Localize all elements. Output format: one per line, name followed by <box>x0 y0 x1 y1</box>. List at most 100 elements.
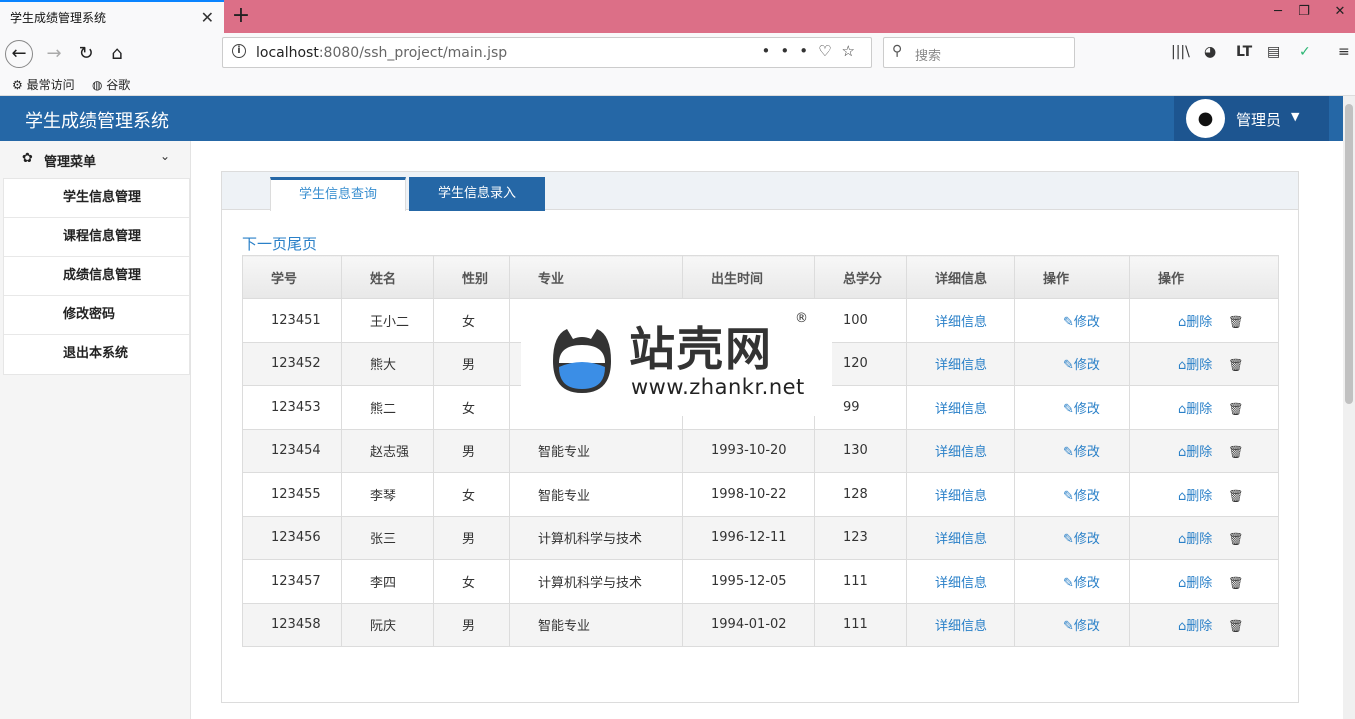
col-header-id: 学号 <box>242 255 342 299</box>
trash-icon[interactable]: 🗑 <box>1228 576 1243 590</box>
trash-icon[interactable]: 🗑 <box>1228 315 1243 329</box>
trash-icon[interactable]: 🗑 <box>1228 402 1243 416</box>
cell-detail: 详细信息 <box>906 472 1015 517</box>
last-page-link[interactable]: 尾页 <box>287 235 317 253</box>
extension-color-icon[interactable]: ◕ <box>1204 44 1216 60</box>
window-close-icon[interactable]: ✕ <box>1330 4 1350 19</box>
tab-student-entry[interactable]: 学生信息录入 <box>409 177 545 211</box>
sidebar-item-course-info[interactable]: 课程信息管理 <box>4 218 189 257</box>
shield-extension-icon[interactable]: ✓ <box>1299 44 1311 60</box>
library-icon[interactable]: |||\ <box>1171 44 1190 60</box>
forward-icon[interactable]: → <box>40 40 68 68</box>
trash-icon[interactable]: 🗑 <box>1228 532 1243 546</box>
watermark-url: www.zhankr.net <box>631 375 805 399</box>
col-header-birth: 出生时间 <box>682 255 815 299</box>
cell-detail: 详细信息 <box>906 515 1015 560</box>
delete-link[interactable]: ⌂删除 <box>1178 619 1212 634</box>
edit-link[interactable]: ✎修改 <box>1063 315 1100 330</box>
sidebar-menu-header[interactable]: ✿ 管理菜单 ⌄ <box>0 141 190 178</box>
user-avatar-icon: ● <box>1186 99 1225 138</box>
sidebar-item-change-password[interactable]: 修改密码 <box>4 296 189 335</box>
url-bar[interactable]: i localhost:8080/ssh_project/main.jsp ••… <box>222 37 872 68</box>
detail-link[interactable]: 详细信息 <box>935 489 987 504</box>
tab-close-icon[interactable]: ✕ <box>201 8 214 27</box>
detail-link[interactable]: 详细信息 <box>935 358 987 373</box>
sidebar-header-label: 管理菜单 <box>44 155 97 170</box>
sidebar-item-logout[interactable]: 退出本系统 <box>4 335 189 374</box>
sidebar: ✿ 管理菜单 ⌄ 学生信息管理 课程信息管理 成绩信息管理 修改密码 退出本系统 <box>0 141 191 719</box>
home-icon[interactable]: ⌂ <box>103 40 131 68</box>
cell-major: 计算机科学与技术 <box>509 515 683 560</box>
scroll-thumb[interactable] <box>1345 104 1353 404</box>
sidebar-icon[interactable]: ▤ <box>1267 44 1280 60</box>
menu-icon[interactable]: ≡ <box>1338 44 1350 60</box>
lt-extension-icon[interactable]: LT <box>1236 44 1252 60</box>
detail-link[interactable]: 详细信息 <box>935 315 987 330</box>
minimize-icon[interactable]: ─ <box>1268 4 1288 19</box>
edit-icon: ✎ <box>1063 488 1074 504</box>
edit-link[interactable]: ✎修改 <box>1063 532 1100 547</box>
cell-id: 123457 <box>242 559 342 604</box>
back-icon[interactable]: ← <box>5 40 33 68</box>
bookmark-google[interactable]: ◍ 谷歌 <box>92 76 130 93</box>
edit-link[interactable]: ✎修改 <box>1063 489 1100 504</box>
detail-link[interactable]: 详细信息 <box>935 619 987 634</box>
url-text[interactable]: localhost:8080/ssh_project/main.jsp <box>256 45 507 61</box>
sidebar-item-student-info[interactable]: 学生信息管理 <box>4 179 189 218</box>
trash-icon[interactable]: 🗑 <box>1228 489 1243 503</box>
table-row: 123456 张三男计算机科学与技术 1996-12-11 123 详细信息 ✎修改 ⌂删除… <box>242 515 1279 560</box>
delete-link[interactable]: ⌂删除 <box>1178 576 1212 591</box>
site-info-icon[interactable]: i <box>232 44 246 58</box>
edit-link[interactable]: ✎修改 <box>1063 576 1100 591</box>
cell-sex: 女 <box>433 385 510 430</box>
cell-name: 李四 <box>341 559 434 604</box>
browser-tab[interactable]: 学生成绩管理系统 ✕ <box>0 0 224 33</box>
tab-student-query[interactable]: 学生信息查询 <box>270 177 406 211</box>
cell-name: 熊二 <box>341 385 434 430</box>
col-header-detail: 详细信息 <box>906 255 1015 299</box>
col-header-name: 姓名 <box>341 255 434 299</box>
table-row: 123457 李四女计算机科学与技术 1995-12-05 111 详细信息 ✎修改 ⌂删除… <box>242 559 1279 604</box>
delete-link[interactable]: ⌂删除 <box>1178 358 1212 373</box>
search-placeholder: 搜索 <box>915 49 942 64</box>
detail-link[interactable]: 详细信息 <box>935 445 987 460</box>
bookmark-most-visited[interactable]: ⚙ 最常访问 <box>12 76 75 93</box>
trash-icon[interactable]: 🗑 <box>1228 445 1243 459</box>
page-scrollbar[interactable] <box>1343 96 1355 719</box>
detail-link[interactable]: 详细信息 <box>935 576 987 591</box>
delete-link[interactable]: ⌂删除 <box>1178 445 1212 460</box>
cell-birth: 1996-12-11 <box>682 515 815 560</box>
pocket-icon: ♡ <box>818 42 842 60</box>
cell-id: 123456 <box>242 515 342 560</box>
edit-link[interactable]: ✎修改 <box>1063 358 1100 373</box>
cell-edit: ✎修改 <box>1014 298 1130 343</box>
sidebar-menu-list: 学生信息管理 课程信息管理 成绩信息管理 修改密码 退出本系统 <box>3 178 190 375</box>
app-title: 学生成绩管理系统 <box>25 111 169 132</box>
restore-icon[interactable]: ❐ <box>1294 4 1314 19</box>
trash-icon[interactable]: 🗑 <box>1228 619 1243 633</box>
cell-name: 王小二 <box>341 298 434 343</box>
search-bar[interactable]: ⚲ 搜索 <box>883 37 1075 68</box>
delete-link[interactable]: ⌂删除 <box>1178 489 1212 504</box>
trash-icon[interactable]: 🗑 <box>1228 358 1243 372</box>
edit-link[interactable]: ✎修改 <box>1063 619 1100 634</box>
edit-link[interactable]: ✎修改 <box>1063 402 1100 417</box>
cell-credits: 111 <box>814 559 907 604</box>
chevron-down-icon: ⌄ <box>160 149 171 163</box>
app-header: 学生成绩管理系统 ● 管理员 ▼ <box>0 96 1343 141</box>
detail-link[interactable]: 详细信息 <box>935 532 987 547</box>
user-menu[interactable]: ● 管理员 ▼ <box>1174 96 1329 141</box>
edit-link[interactable]: ✎修改 <box>1063 445 1100 460</box>
delete-link[interactable]: ⌂删除 <box>1178 532 1212 547</box>
url-actions[interactable]: •••♡☆ <box>762 42 865 60</box>
sidebar-item-grade-info[interactable]: 成绩信息管理 <box>4 257 189 296</box>
next-page-link[interactable]: 下一页 <box>242 235 287 253</box>
cell-sex: 男 <box>433 341 510 386</box>
cell-name: 赵志强 <box>341 428 434 473</box>
reload-icon[interactable]: ↻ <box>72 40 100 68</box>
delete-link[interactable]: ⌂删除 <box>1178 402 1212 417</box>
new-tab-button[interactable]: + <box>230 3 252 28</box>
detail-link[interactable]: 详细信息 <box>935 402 987 417</box>
delete-link[interactable]: ⌂删除 <box>1178 315 1212 330</box>
col-header-credits: 总学分 <box>814 255 907 299</box>
